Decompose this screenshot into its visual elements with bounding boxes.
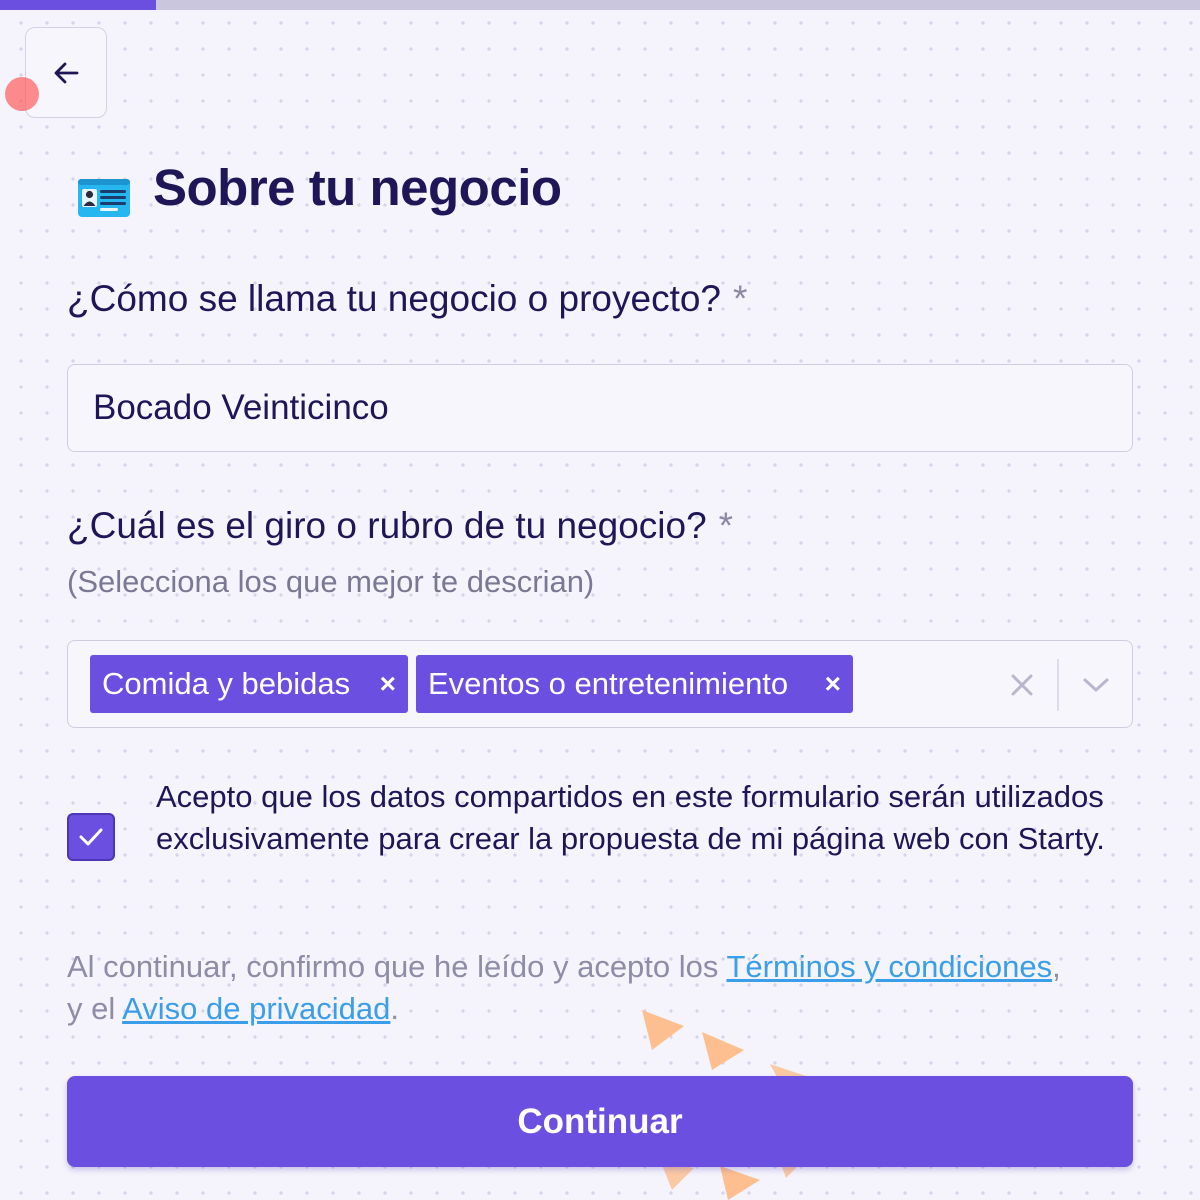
- consent-text: Acepto que los datos compartidos en este…: [156, 779, 1105, 856]
- selected-chip: Comida y bebidas ×: [90, 655, 408, 713]
- terms-link[interactable]: Términos y condiciones: [726, 949, 1052, 984]
- cursor-indicator: [5, 77, 39, 111]
- chip-label: Comida y bebidas: [102, 666, 351, 701]
- business-category-select[interactable]: Comida y bebidas × Eventos o entretenimi…: [67, 640, 1133, 728]
- consent-checkbox[interactable]: [67, 813, 115, 861]
- required-asterisk: *: [733, 278, 748, 319]
- chip-label: Eventos o entretenimiento: [428, 666, 789, 701]
- business-category-question-text: ¿Cuál es el giro o rubro de tu negocio?: [67, 505, 707, 546]
- chevron-down-icon[interactable]: [1081, 673, 1111, 697]
- checkmark-icon: [79, 828, 103, 846]
- required-asterisk: *: [718, 505, 734, 546]
- id-card-icon: [78, 179, 130, 217]
- chip-remove-button[interactable]: ×: [815, 668, 841, 700]
- back-button[interactable]: [25, 27, 107, 118]
- business-name-question: ¿Cómo se llama tu negocio o proyecto? *: [67, 278, 747, 320]
- selected-chip: Eventos o entretenimiento ×: [416, 655, 853, 713]
- progress-bar: [0, 0, 1200, 10]
- privacy-link[interactable]: Aviso de privacidad: [122, 991, 390, 1026]
- chip-remove-button[interactable]: ×: [370, 668, 396, 700]
- terms-suffix: .: [390, 991, 400, 1026]
- select-divider: [1057, 659, 1059, 711]
- business-name-input[interactable]: [67, 364, 1133, 452]
- continue-button[interactable]: Continuar: [67, 1076, 1133, 1167]
- close-icon[interactable]: [1008, 671, 1036, 699]
- terms-notice: Al continuar, confirmo que he leído y ac…: [67, 946, 1067, 1030]
- progress-fill: [0, 0, 156, 10]
- business-category-question: ¿Cuál es el giro o rubro de tu negocio? *: [67, 505, 733, 547]
- page-title: Sobre tu negocio: [153, 159, 562, 216]
- arrow-left-icon: [54, 62, 79, 83]
- business-category-hint: (Selecciona los que mejor te descrian): [67, 564, 595, 599]
- business-name-question-text: ¿Cómo se llama tu negocio o proyecto?: [67, 278, 722, 319]
- terms-prefix: Al continuar, confirmo que he leído y ac…: [67, 949, 727, 984]
